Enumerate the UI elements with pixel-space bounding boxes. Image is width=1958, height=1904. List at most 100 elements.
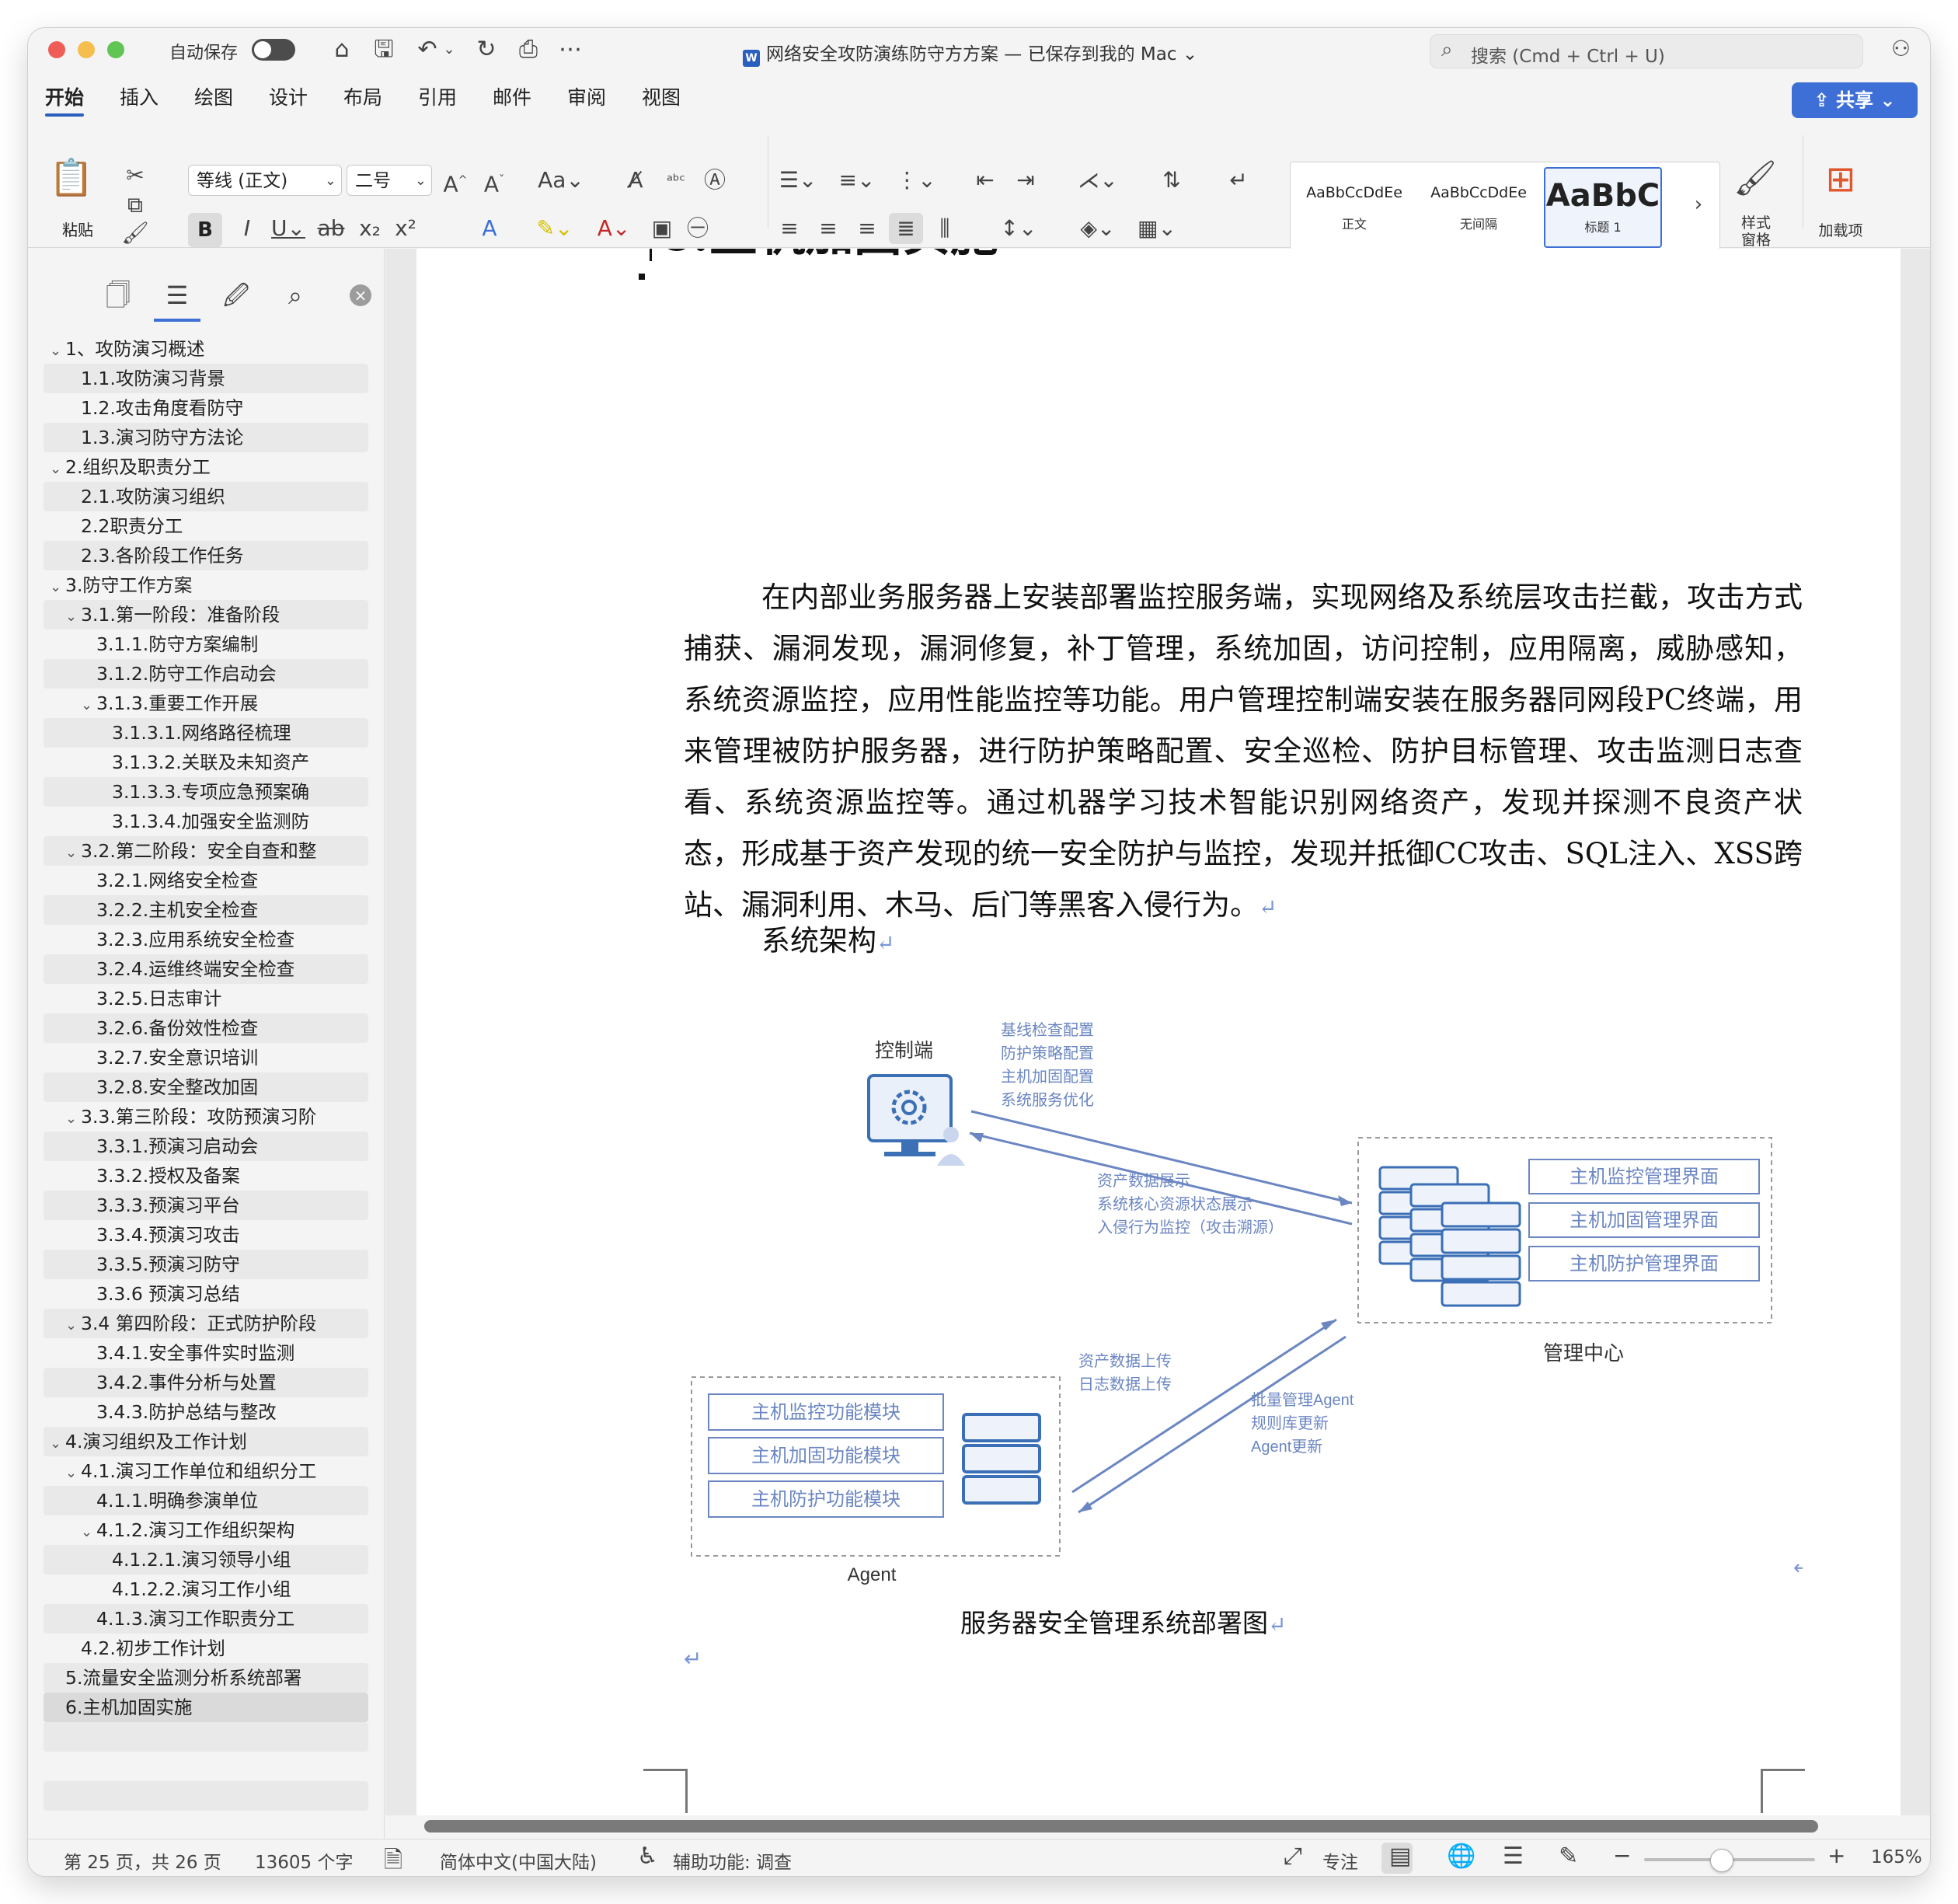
clear-format-icon[interactable]: A̸ <box>618 165 653 196</box>
addins-label[interactable]: 加载项 <box>1806 219 1876 240</box>
tab-design[interactable]: 设计 <box>269 82 308 110</box>
justify-icon[interactable]: ≣ <box>889 213 923 244</box>
nav-heading-item[interactable]: 3.2.3.应用系统安全检查 <box>44 925 368 954</box>
nav-heading-item[interactable]: 4.1.3.演习工作职责分工 <box>44 1604 368 1634</box>
style-heading-1[interactable]: AaBbC 标题 1 <box>1544 167 1662 248</box>
document-title[interactable]: W 网络安全攻防演练防守方方案 — 已保存到我的 Mac ⌄ <box>743 39 1197 67</box>
nav-heading-item[interactable]: 3.2.5.日志审计 <box>44 984 368 1013</box>
close-window-button[interactable] <box>48 41 65 58</box>
style-normal[interactable]: AaBbCcDdEe 正文 <box>1295 167 1413 248</box>
zoom-window-button[interactable] <box>107 41 124 58</box>
nav-heading-item[interactable]: ⌄ 4.1.2.演习工作组织架构 <box>44 1515 368 1545</box>
focus-label[interactable]: 专注 <box>1322 1847 1358 1874</box>
figure-caption[interactable]: 服务器安全管理系统部署图↵ <box>960 1602 1286 1640</box>
undo-dropdown-icon[interactable]: ⌄ <box>440 33 458 67</box>
chevron-down-icon[interactable]: ⌄ <box>50 455 65 482</box>
tab-mailings[interactable]: 邮件 <box>493 82 531 110</box>
proofing-icon[interactable]: 🗎 <box>384 1843 402 1876</box>
styles-pane-label[interactable]: 样式 窗格 <box>1725 214 1787 249</box>
chevron-down-icon[interactable]: ⌄ <box>65 1459 81 1486</box>
cut-icon[interactable]: ✂ <box>120 160 151 191</box>
nav-heading-item[interactable]: 4.2.初步工作计划 <box>44 1634 368 1663</box>
more-icon[interactable]: ⋯ <box>553 33 587 67</box>
nav-heading-item[interactable]: 5.流量安全监测分析系统部署 <box>44 1663 368 1693</box>
asian-layout-icon[interactable]: ⋌⌄ <box>1072 165 1124 196</box>
chevron-down-icon[interactable]: ⌄ <box>81 1518 96 1545</box>
format-painter-icon[interactable]: 🖌 <box>120 218 151 249</box>
nav-heading-item[interactable]: 3.2.1.网络安全检查 <box>44 866 368 895</box>
zoom-slider-knob[interactable] <box>1710 1849 1733 1872</box>
accessibility-icon[interactable]: ♿ <box>637 1843 658 1870</box>
nav-heading-item[interactable]: 3.3.5.预演习防守 <box>44 1250 368 1279</box>
italic-button[interactable]: I <box>232 213 263 244</box>
home-icon[interactable]: ⌂ <box>325 33 359 67</box>
tab-review[interactable]: 审阅 <box>567 82 606 110</box>
subscript-button[interactable]: x₂ <box>354 213 385 244</box>
page-count[interactable]: 第 25 页，共 26 页 <box>64 1847 221 1874</box>
styles-pane-icon[interactable]: 🖌 <box>1730 162 1781 214</box>
grow-font-icon[interactable]: A^ <box>438 165 472 200</box>
text-effects-icon[interactable]: A <box>474 213 505 244</box>
nav-heading-item[interactable]: 3.1.3.2.关联及未知资产 <box>44 748 368 777</box>
nav-heading-item[interactable]: ⌄ 3.3.第三阶段：攻防预演习阶 <box>44 1102 368 1132</box>
chevron-down-icon[interactable]: ⌄ <box>65 839 81 866</box>
tab-view[interactable]: 视图 <box>642 82 681 110</box>
nav-heading-item[interactable]: 3.3.6 预演习总结 <box>44 1279 368 1309</box>
style-no-spacing[interactable]: AaBbCcDdEe 无间隔 <box>1420 167 1538 248</box>
line-spacing-icon[interactable]: ↕⌄ <box>993 213 1044 244</box>
nav-heading-item[interactable]: 3.1.2.防守工作启动会 <box>44 659 368 689</box>
font-name-select[interactable]: 等线 (正文) ⌄ <box>188 165 342 196</box>
chevron-down-icon[interactable]: ⌄ <box>50 573 65 600</box>
underline-button[interactable]: U⌄ <box>269 213 308 244</box>
strikethrough-button[interactable]: ab <box>315 213 347 244</box>
multilevel-list-icon[interactable]: ⋮⌄ <box>890 165 942 196</box>
tab-home[interactable]: 开始 <box>45 82 84 110</box>
chevron-down-icon[interactable]: ⌄ <box>65 1104 81 1132</box>
bold-button[interactable]: B <box>188 213 222 247</box>
deployment-diagram[interactable]: 控制端 基线检查配置 防护策略配置 主机加固配置 系统服务优化 资产数据展示 系… <box>684 995 1810 1616</box>
zoom-level[interactable]: 165% <box>1871 1847 1922 1867</box>
nav-heading-item[interactable]: 3.4.2.事件分析与处置 <box>44 1368 368 1397</box>
distributed-icon[interactable]: ⫼ <box>928 213 962 244</box>
nav-heading-item[interactable]: ⌄ 1、攻防演习概述 <box>44 334 368 364</box>
close-pane-icon[interactable]: × <box>350 284 371 306</box>
tab-insert[interactable]: 插入 <box>120 82 159 110</box>
nav-heading-item[interactable]: 3.3.1.预演习启动会 <box>44 1132 368 1161</box>
nav-heading-item[interactable]: 2.1.攻防演习组织 <box>44 482 368 511</box>
nav-heading-item[interactable]: ⌄ 3.2.第二阶段：安全自查和整 <box>44 836 368 866</box>
numbering-icon[interactable]: ≡⌄ <box>831 165 883 196</box>
zoom-in-icon[interactable]: + <box>1827 1843 1845 1868</box>
architecture-subheading[interactable]: 系统架构↵ <box>761 917 894 959</box>
chevron-down-icon[interactable]: ⌄ <box>50 1429 65 1456</box>
font-color-icon[interactable]: A⌄ <box>592 213 636 244</box>
nav-heading-item[interactable]: ⌄ 3.防守工作方案 <box>44 570 368 600</box>
nav-heading-item[interactable]: 4.1.2.2.演习工作小组 <box>44 1574 368 1604</box>
show-marks-icon[interactable]: ↵ <box>1221 165 1256 196</box>
enclose-characters-icon[interactable]: ㊀ <box>682 213 713 244</box>
nav-heading-item[interactable]: 2.2职责分工 <box>44 511 368 541</box>
nav-heading-item[interactable]: 3.2.6.备份效性检查 <box>44 1013 368 1043</box>
decrease-indent-icon[interactable]: ⇤ <box>968 165 1002 196</box>
nav-heading-item[interactable]: ⌄ 3.1.3.重要工作开展 <box>44 689 368 718</box>
character-border-icon[interactable]: Ⓐ <box>698 165 732 196</box>
chevron-down-icon[interactable]: ⌄ <box>65 602 81 629</box>
zoom-out-icon[interactable]: − <box>1613 1843 1631 1868</box>
nav-heading-item[interactable]: ⌄ 2.组织及职责分工 <box>44 452 368 482</box>
web-layout-icon[interactable]: 🌐 <box>1447 1843 1475 1870</box>
phonetic-guide-icon[interactable]: ᵃᵇᶜ <box>659 165 693 196</box>
align-right-icon[interactable]: ≡ <box>850 213 884 244</box>
outline-view-icon[interactable]: ☰ <box>1503 1843 1524 1870</box>
align-center-icon[interactable]: ≡ <box>811 213 845 244</box>
nav-heading-item[interactable]: 3.1.3.1.网络路径梳理 <box>44 718 368 748</box>
nav-heading-item[interactable]: 3.2.2.主机安全检查 <box>44 895 368 925</box>
bullets-icon[interactable]: ☰⌄ <box>772 165 824 196</box>
sort-icon[interactable]: ⇅ <box>1155 165 1189 196</box>
nav-heading-item[interactable]: ⌄ 4.演习组织及工作计划 <box>44 1427 368 1456</box>
notes-tab-icon[interactable]: 🖉 <box>213 272 260 319</box>
search-tab-icon[interactable]: ⌕ <box>272 272 319 319</box>
thumbnails-tab-icon[interactable]: 🗍 <box>95 272 141 319</box>
align-left-icon[interactable]: ≡ <box>772 213 807 244</box>
tab-layout[interactable]: 布局 <box>343 82 382 110</box>
nav-heading-item[interactable]: 6.主机加固实施 <box>44 1693 368 1722</box>
nav-heading-item[interactable]: 1.3.演习防守方法论 <box>44 423 368 452</box>
